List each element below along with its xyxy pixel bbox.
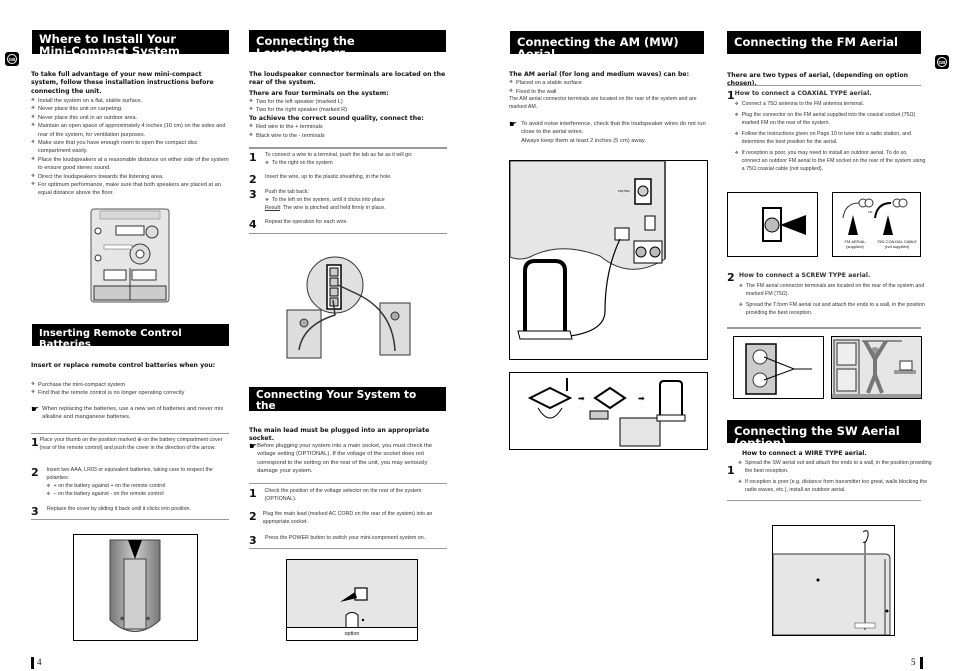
coaxial-connector-illustration [762,207,806,242]
mini-compact-system-illustration [90,208,170,303]
person-attaching-aerial-illustration [832,339,921,398]
fm-step-2: 2 How to connect a SCREW TYPE aerial. Th… [727,272,927,321]
sw-aerial-wall-illustration [772,530,891,636]
am-assembly-figure: ➡ ➡ [509,372,708,450]
loudspeakers-intro: The loudspeaker connector terminals are … [249,71,449,140]
fm-aerial-label: FM AERIAL (supplied) [844,239,866,249]
divider [249,548,447,549]
fm-section-title: Connecting the FM Aerial [727,31,921,54]
list-item: Place the loudspeakers at a reasonable d… [31,156,231,173]
remote-control-illustration: ⊕ ⊕ [109,539,161,632]
sw-step-1: 1 Spread the SW aerial out and attach th… [727,460,937,498]
divider [31,519,229,520]
page-number-left: 4 [37,657,42,667]
svg-text:⊕: ⊕ [146,616,150,622]
power-step-1: 1 Check the position of the voltage sele… [249,487,422,502]
list-item: Install the system on a flat, stable sur… [31,97,231,105]
pointing-hand-icon: ☛ [249,441,258,451]
list-item: Direct the loudspeakers towards the list… [31,173,231,181]
pointing-hand-icon: ☛ [509,119,518,129]
wall-aerial-figure [831,336,922,399]
screw-terminal-figure [733,336,824,399]
screw-terminal-illustration [745,343,812,395]
divider [249,233,447,234]
power-note: ☛ Before plugging your system into a mai… [249,441,433,475]
battery-step-3: 3 Replace the cover by sliding it back u… [31,505,191,518]
list-item: Two for the right speaker (marked R) [249,106,449,114]
fm-lead: There are two types of aerial, (dependin… [727,72,909,88]
coaxial-cable-label: 75Ω COAXIAL CABLE (not supplied) [877,239,917,249]
speaker-step-1: 1 To connect a wire to a terminal, push … [249,152,449,168]
list-item: Red wire to the + terminals [249,123,449,131]
divider [727,327,921,329]
am-aerial-connection-illustration: FM(75Ω) [509,160,666,340]
power-button-illustration [340,587,368,627]
arrow-icon: ➡ [638,394,645,403]
sw-subtitle: How to connect a WIRE TYPE aerial. [742,450,867,457]
batteries-bullets: Purchase the mini-compact system Find th… [31,381,231,398]
list-item: Never place this unit in an outdoor area… [31,114,231,122]
sw-aerial-figure [772,525,895,636]
power-step-3: 3 Press the POWER button to switch your … [249,534,426,547]
list-item: Find that the remote control is no longe… [31,389,231,397]
page-number-right: 5 [911,657,916,667]
install-bullets: Install the system on a flat, stable sur… [31,97,231,198]
am-connection-figure: FM(75Ω) [509,160,708,360]
list-item: Black wire to the - terminals [249,132,449,140]
svg-text:FM(75Ω): FM(75Ω) [618,189,630,193]
speaker-step-3: 3 Push the tab back:To the left on the s… [249,189,449,213]
batteries-lead: Insert or replace remote control batteri… [31,362,216,369]
power-section-title: Connecting Your System to the Power Supp… [249,387,446,423]
list-item: Fixed to the wall [509,88,709,96]
page-marker [31,657,34,669]
list-item: Never place this unit on carpeting. [31,105,231,113]
divider [31,433,229,434]
divider [727,85,921,86]
coaxial-connector-figure [727,192,818,257]
am-section-title: Connecting the AM (MW) Aerial [510,31,704,60]
language-badge: GB [935,55,949,69]
am-aerial-assembly-illustration: ➡ ➡ [527,378,686,447]
am-intro: The AM aerial (for long and medium waves… [509,71,709,112]
language-badge: GB [5,52,19,66]
install-section-title: Where to Install Your Mini-Compact Syste… [32,30,229,57]
list-item: Purchase the mini-compact system [31,381,231,389]
list-item: Make sure that you have enough room to o… [31,139,231,156]
battery-step-1: 1 Place your thumb on the position marke… [31,436,223,451]
page-marker [920,657,923,669]
divider [249,483,447,484]
list-item: Maintain an open space of approximately … [31,122,231,139]
batteries-section-title: Inserting Remote Control Batteries [32,324,229,349]
speaker-wiring-illustration [286,256,411,359]
arrow-icon: ➡ [578,394,585,403]
batteries-note: ☛ When replacing the batteries, use a ne… [31,404,224,421]
list-item: Two for the left speaker (marked L) [249,98,449,106]
install-lead: To take full advantage of your new mini-… [31,71,214,95]
speaker-step-4: 4 Repeat the operation for each wire. [249,218,348,231]
divider [249,147,447,149]
figure-caption: option [287,627,417,640]
loudspeakers-section-title: Connecting the Loudspeakers [249,30,446,59]
list-item: For optimum performance, make sure that … [31,181,231,198]
battery-step-2: 2 Insert two AAA, LR03 or equivalent bat… [31,467,231,499]
am-note: ☛ To avoid noise interference, check tha… [509,119,706,144]
svg-text:⊕: ⊕ [120,616,124,622]
speaker-step-2: 2 Insert the wire, up to the plastic she… [249,173,392,186]
power-step-2: 2 Plug the main lead (marked AC CORD on … [249,510,433,525]
fm-step-1: 1 How to connect a COAXIAL TYPE aerial. … [727,90,927,177]
power-figure: option [286,559,418,641]
pointing-hand-icon: ☛ [31,404,40,414]
fm-aerial-types-figure: FM FM AERIAL (supplied) 75Ω COAXIAL CABLE… [832,192,921,257]
divider [727,500,921,501]
sw-section-title: Connecting the SW Aerial (option) [727,420,921,449]
list-item: Placed on a stable surface [509,79,709,87]
remote-control-figure: ⊕ ⊕ [73,534,198,641]
